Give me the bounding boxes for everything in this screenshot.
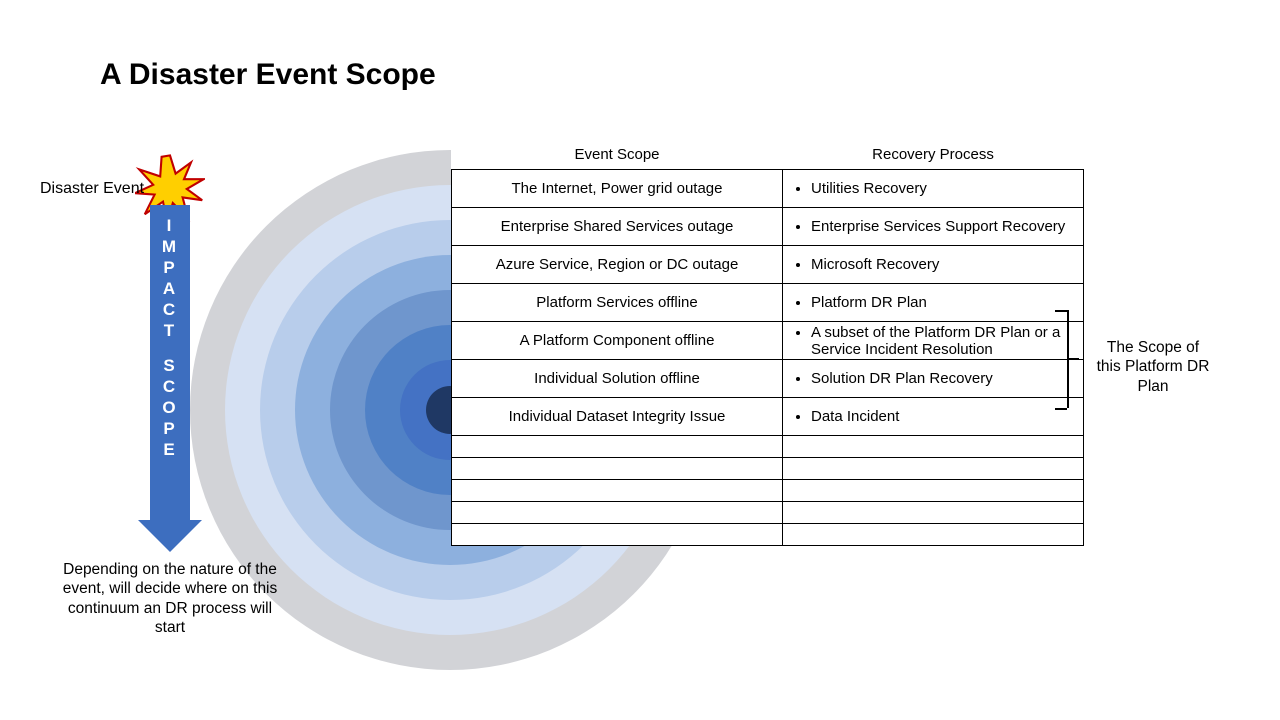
event-scope-cell: The Internet, Power grid outage <box>452 170 783 208</box>
table-row <box>452 480 1084 502</box>
recovery-process-cell: Microsoft Recovery <box>783 246 1084 284</box>
event-scope-cell <box>452 502 783 524</box>
event-scope-cell: A Platform Component offline <box>452 322 783 360</box>
recovery-process-cell: Platform DR Plan <box>783 284 1084 322</box>
impact-arrow-caption: Depending on the nature of the event, wi… <box>60 560 280 638</box>
recovery-process-cell: A subset of the Platform DR Plan or a Se… <box>783 322 1084 360</box>
event-scope-cell: Azure Service, Region or DC outage <box>452 246 783 284</box>
scope-table: Event Scope Recovery Process The Interne… <box>451 140 1084 546</box>
impact-arrow-head <box>138 520 202 552</box>
table-row: Individual Solution offlineSolution DR P… <box>452 360 1084 398</box>
disaster-event-label: Disaster Event <box>40 180 144 198</box>
scope-bracket <box>1055 310 1085 410</box>
event-scope-cell <box>452 524 783 546</box>
table-row: A Platform Component offlineA subset of … <box>452 322 1084 360</box>
table-row <box>452 458 1084 480</box>
bracket-label: The Scope of this Platform DR Plan <box>1093 338 1213 396</box>
table-row <box>452 436 1084 458</box>
recovery-process-cell: Solution DR Plan Recovery <box>783 360 1084 398</box>
header-recovery-process: Recovery Process <box>783 140 1084 170</box>
table-row: Enterprise Shared Services outageEnterpr… <box>452 208 1084 246</box>
recovery-process-cell <box>783 436 1084 458</box>
recovery-process-cell: Data Incident <box>783 398 1084 436</box>
table-row: Azure Service, Region or DC outageMicros… <box>452 246 1084 284</box>
table-row: Platform Services offlinePlatform DR Pla… <box>452 284 1084 322</box>
event-scope-cell: Individual Solution offline <box>452 360 783 398</box>
recovery-process-cell <box>783 480 1084 502</box>
event-scope-cell <box>452 480 783 502</box>
event-scope-cell: Platform Services offline <box>452 284 783 322</box>
impact-arrow-shaft: IMPACT SCOPE <box>150 205 190 520</box>
table-row <box>452 502 1084 524</box>
event-scope-cell <box>452 458 783 480</box>
event-scope-cell: Individual Dataset Integrity Issue <box>452 398 783 436</box>
recovery-process-cell: Utilities Recovery <box>783 170 1084 208</box>
recovery-process-cell: Enterprise Services Support Recovery <box>783 208 1084 246</box>
recovery-process-cell <box>783 502 1084 524</box>
table-row <box>452 524 1084 546</box>
page-title: A Disaster Event Scope <box>100 58 436 92</box>
recovery-process-cell <box>783 458 1084 480</box>
table-header-row: Event Scope Recovery Process <box>452 140 1084 170</box>
header-event-scope: Event Scope <box>452 140 783 170</box>
table-row: Individual Dataset Integrity IssueData I… <box>452 398 1084 436</box>
event-scope-cell: Enterprise Shared Services outage <box>452 208 783 246</box>
event-scope-cell <box>452 436 783 458</box>
recovery-process-cell <box>783 524 1084 546</box>
table-row: The Internet, Power grid outageUtilities… <box>452 170 1084 208</box>
